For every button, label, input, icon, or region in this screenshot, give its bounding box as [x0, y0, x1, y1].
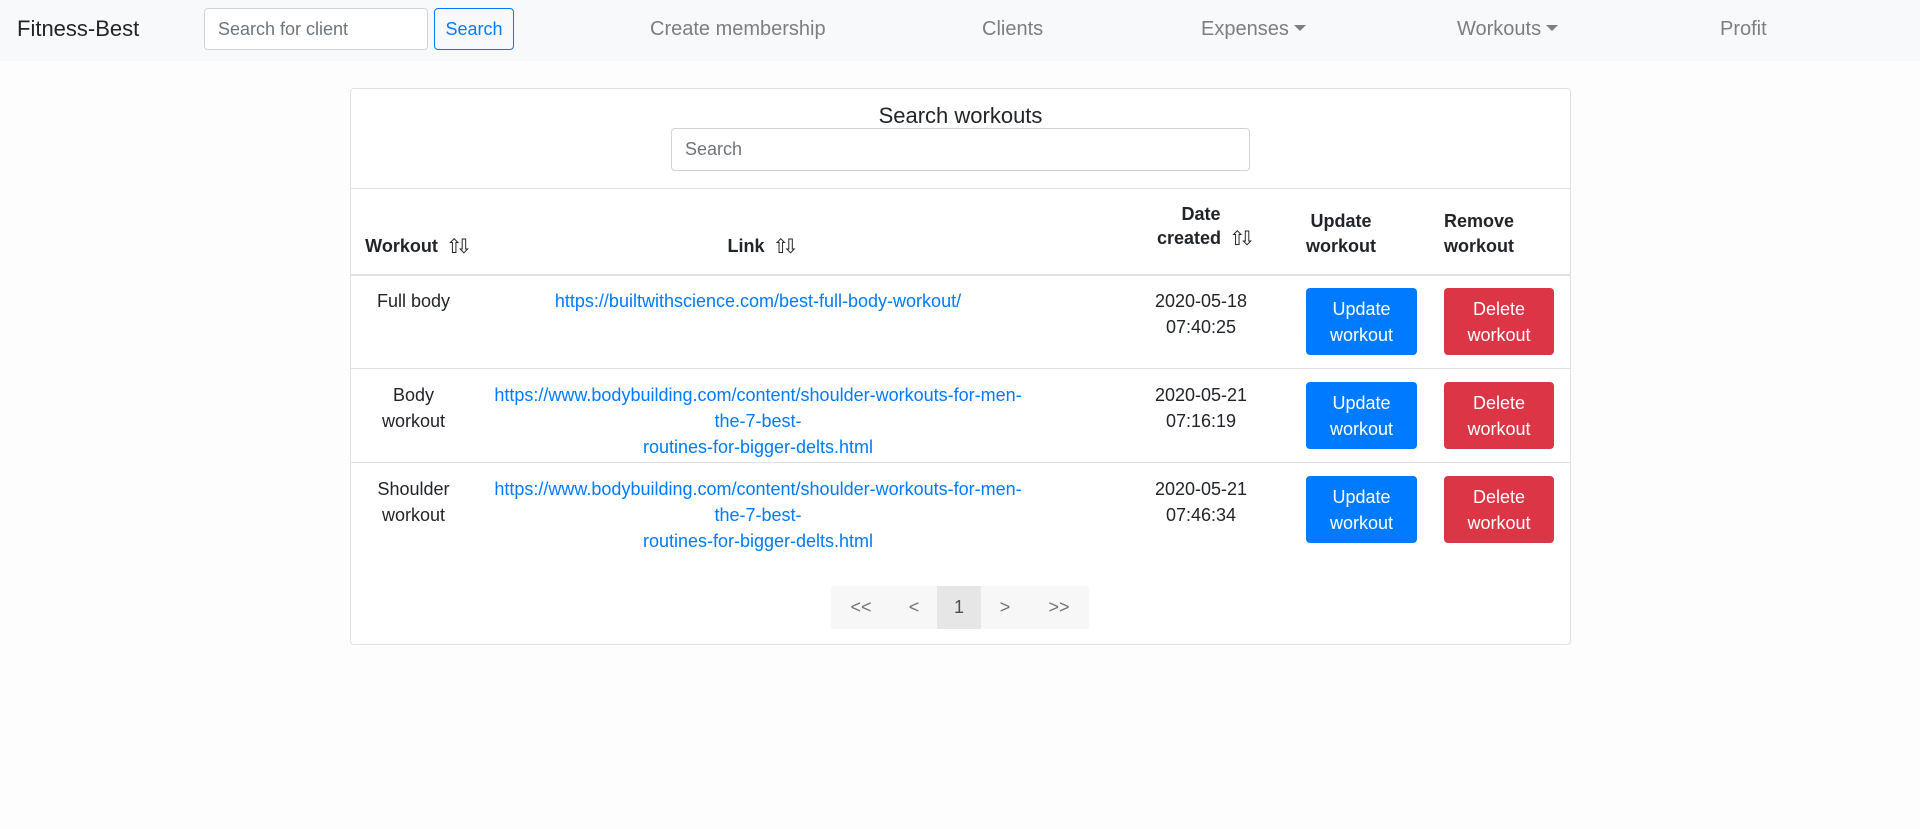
column-header-update-line2: workout	[1306, 236, 1376, 256]
update-button-line2: workout	[1329, 418, 1394, 439]
table-header-divider	[351, 274, 1570, 276]
workout-name-line2: workout	[381, 505, 446, 525]
workout-link-line1: https://www.bodybuilding.com/content/sho…	[494, 385, 1022, 431]
column-header-update-workout: Update workout	[1291, 209, 1391, 259]
date-created-date: 2020-05-21	[1154, 385, 1248, 405]
pagination-prev[interactable]: <	[891, 586, 937, 629]
column-header-remove-line2: workout	[1444, 236, 1514, 256]
workout-link-line2: routines-for-bigger-delts.html	[642, 531, 874, 551]
brand-logo[interactable]: Fitness-Best	[17, 16, 139, 42]
caret-down-icon	[1293, 25, 1306, 31]
pagination-page-1[interactable]: 1	[937, 586, 981, 629]
nav-clients[interactable]: Clients	[982, 18, 1043, 41]
update-button-line1: Update	[1332, 486, 1391, 507]
workout-link-line2: routines-for-bigger-delts.html	[642, 437, 874, 457]
workout-name-cell: Full body	[361, 288, 466, 314]
workout-name-cell: Body workout	[361, 382, 466, 434]
sort-arrows-icon[interactable]: ⇧⇩	[1229, 226, 1256, 251]
workout-link-line1: https://www.bodybuilding.com/content/sho…	[494, 479, 1022, 525]
column-header-link[interactable]: Link ⇧⇩	[481, 234, 1035, 259]
workout-link-text: https://builtwithscience.com/best-full-b…	[554, 291, 962, 311]
workout-link[interactable]: https://www.bodybuilding.com/content/sho…	[481, 382, 1035, 460]
nav-workouts-dropdown[interactable]: Workouts	[1457, 18, 1559, 41]
workout-link-cell: https://builtwithscience.com/best-full-b…	[481, 288, 1035, 314]
pagination: << < 1 > >>	[831, 586, 1089, 629]
date-created-date: 2020-05-21	[1154, 479, 1248, 499]
date-created-cell: 2020-05-21 07:16:19	[1151, 382, 1251, 434]
update-button-line1: Update	[1332, 298, 1391, 319]
workout-name-cell: Shoulder workout	[361, 476, 466, 528]
nav-profit[interactable]: Profit	[1720, 18, 1767, 41]
workout-search-input[interactable]	[671, 128, 1250, 171]
workout-link-cell: https://www.bodybuilding.com/content/sho…	[481, 476, 1035, 554]
nav-expenses-dropdown[interactable]: Expenses	[1201, 18, 1306, 41]
column-header-workout-label: Workout	[365, 236, 438, 256]
delete-workout-button[interactable]: Delete workout	[1444, 288, 1554, 355]
workout-name-line1: Shoulder	[377, 479, 450, 499]
column-header-workout[interactable]: Workout ⇧⇩	[361, 234, 473, 259]
delete-button-line2: workout	[1467, 512, 1531, 533]
top-navbar: Fitness-Best Search Create membership Cl…	[0, 0, 1920, 61]
workout-link[interactable]: https://www.bodybuilding.com/content/sho…	[481, 476, 1035, 554]
date-created-time: 07:16:19	[1165, 411, 1237, 431]
delete-button-line2: workout	[1467, 324, 1531, 345]
card-title-text: Search workouts	[878, 103, 1043, 128]
update-button-line2: workout	[1329, 512, 1394, 533]
delete-button-line1: Delete	[1472, 486, 1526, 507]
delete-button-line1: Delete	[1472, 298, 1526, 319]
date-created-cell: 2020-05-18 07:40:25	[1151, 288, 1251, 340]
pagination-last[interactable]: >>	[1029, 586, 1089, 629]
divider	[351, 188, 1570, 189]
pagination-first[interactable]: <<	[831, 586, 891, 629]
sort-arrows-icon[interactable]: ⇧⇩	[446, 234, 473, 259]
sort-arrows-icon[interactable]: ⇧⇩	[773, 234, 800, 259]
column-header-date-created[interactable]: Date created ⇧⇩	[1151, 202, 1256, 251]
delete-workout-button[interactable]: Delete workout	[1444, 476, 1554, 543]
nav-workouts-label: Workouts	[1457, 18, 1542, 40]
update-workout-button[interactable]: Update workout	[1306, 382, 1417, 449]
date-created-time: 07:46:34	[1165, 505, 1237, 525]
delete-button-line2: workout	[1467, 418, 1531, 439]
workout-name-line2: workout	[381, 411, 446, 431]
workout-link[interactable]: https://builtwithscience.com/best-full-b…	[555, 291, 961, 311]
column-header-date-line2: created	[1156, 228, 1222, 248]
column-header-remove-line1: Remove	[1443, 211, 1515, 231]
column-header-update-line1: Update	[1310, 211, 1372, 231]
client-search-input[interactable]	[204, 8, 428, 50]
column-header-link-label: Link	[727, 236, 765, 256]
date-created-date: 2020-05-18	[1154, 291, 1248, 311]
column-header-remove-workout: Remove workout	[1429, 209, 1529, 259]
date-created-cell: 2020-05-21 07:46:34	[1151, 476, 1251, 528]
workout-name: Full body	[376, 291, 451, 311]
pagination-next[interactable]: >	[981, 586, 1029, 629]
row-divider	[351, 368, 1570, 369]
date-created-time: 07:40:25	[1165, 317, 1237, 337]
delete-workout-button[interactable]: Delete workout	[1444, 382, 1554, 449]
nav-expenses-label: Expenses	[1201, 18, 1289, 40]
update-button-line2: workout	[1329, 324, 1394, 345]
nav-create-membership[interactable]: Create membership	[650, 18, 826, 41]
workout-name-line1: Body	[392, 385, 435, 405]
workout-link-cell: https://www.bodybuilding.com/content/sho…	[481, 382, 1035, 460]
update-workout-button[interactable]: Update workout	[1306, 288, 1417, 355]
client-search-button[interactable]: Search	[434, 8, 514, 50]
row-divider	[351, 462, 1570, 463]
update-button-line1: Update	[1332, 392, 1391, 413]
delete-button-line1: Delete	[1472, 392, 1526, 413]
workouts-card: Search workouts Workout ⇧⇩ Link ⇧⇩ Date cr…	[350, 88, 1571, 645]
column-header-date-line1: Date	[1181, 204, 1221, 224]
update-workout-button[interactable]: Update workout	[1306, 476, 1417, 543]
caret-down-icon	[1546, 25, 1559, 31]
